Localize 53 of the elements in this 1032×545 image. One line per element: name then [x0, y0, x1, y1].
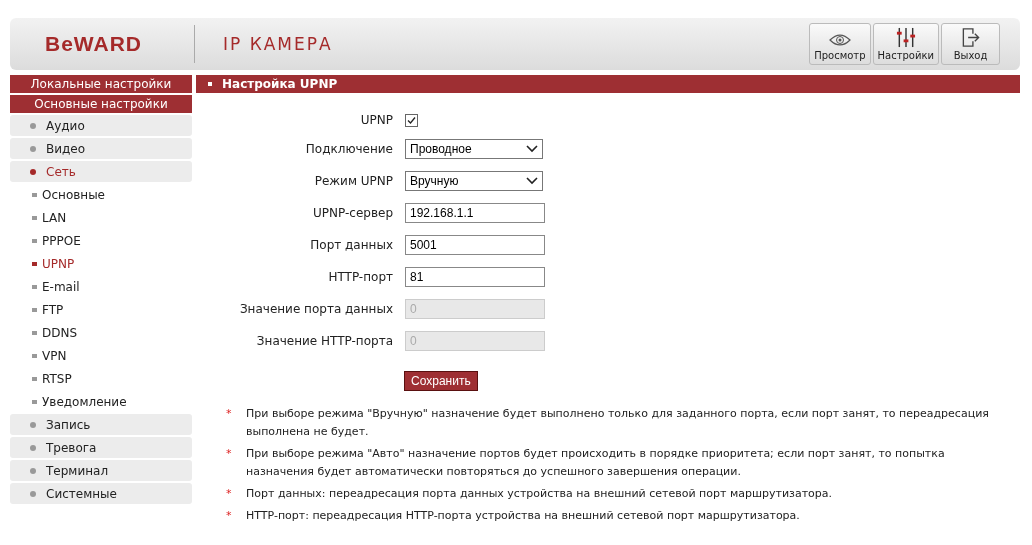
asterisk: * [226, 406, 233, 422]
asterisk: * [226, 508, 233, 524]
field-label: HTTP-порт [328, 270, 393, 284]
dropdown[interactable]: Вручную [405, 171, 543, 191]
sidebar-subitem[interactable]: E-mail [10, 276, 192, 297]
dropdown[interactable]: Проводное [405, 139, 543, 159]
sidebar-item[interactable]: Терминал [10, 460, 192, 481]
sidebar-item[interactable]: Тревога [10, 437, 192, 458]
field-label: Значение порта данных [239, 302, 393, 316]
field-label: Режим UPNP [314, 174, 393, 188]
sidebar-subitem[interactable]: Уведомление [10, 391, 192, 412]
chevron-down-icon [526, 177, 538, 185]
sidebar-item[interactable]: Запись [10, 414, 192, 435]
asterisk: * [226, 446, 233, 462]
toolbar-button[interactable]: Выход [941, 23, 1000, 65]
save-button[interactable]: Сохранить [404, 371, 478, 391]
sidebar-subitem[interactable]: RTSP [10, 368, 192, 389]
section-title: Настройка UPNP [222, 76, 338, 93]
field-label: Подключение [305, 142, 393, 156]
toolbar-button[interactable]: Настройки [872, 23, 939, 65]
sidebar-section-tab[interactable]: Локальные настройки [10, 75, 192, 93]
input-field[interactable]: 81 [405, 267, 545, 287]
sidebar-section-tab[interactable]: Основные настройки [10, 95, 192, 113]
upnp-checkbox[interactable] [405, 113, 418, 127]
field-label: UPNP [360, 113, 393, 127]
field-label: Порт данных [310, 238, 393, 252]
sidebar-item[interactable]: Системные [10, 483, 192, 504]
sidebar-item[interactable]: Сеть [10, 161, 192, 182]
input-field[interactable]: 5001 [405, 235, 545, 255]
field-label: UPNP-сервер [313, 206, 393, 220]
field-label: Значение HTTP-порта [256, 334, 393, 348]
sidebar-subitem[interactable]: Основные [10, 184, 192, 205]
note-text: HTTP-порт: переадресация HTTP-порта устройства на внешний сетевой порт маршрутизатора. [246, 508, 800, 524]
sidebar-subitem[interactable]: LAN [10, 207, 192, 228]
product-title: IP КАМЕРА [223, 34, 334, 54]
chevron-down-icon [526, 145, 538, 153]
sidebar-item[interactable]: Видео [10, 138, 192, 159]
sidebar-subitem[interactable]: DDNS [10, 322, 192, 343]
note-text: При выборе режима "Авто" назначение портов будет происходить в порядке приоритета; если порт занят, то попытка назначения будет автоматически повторяться до успешного завершения операции. [246, 446, 946, 480]
asterisk: * [226, 486, 233, 502]
input-field[interactable]: 192.168.1.1 [405, 203, 545, 223]
eye-icon [828, 32, 851, 48]
note-text: Порт данных: переадресация порта данных устройства на внешний сетевой порт маршрутизатора. [246, 486, 832, 502]
note-text: При выборе режима "Вручную" назначение будет выполнено только для заданного порта, если порт занят, то переадресация выполнена не будет. [246, 406, 990, 440]
logo: BeWARD [45, 32, 143, 56]
toolbar-button[interactable]: Просмотр [809, 23, 871, 65]
sidebar-subitem[interactable]: PPPOE [10, 230, 192, 251]
sliders-icon [895, 27, 916, 48]
sidebar-subitem[interactable]: VPN [10, 345, 192, 366]
sidebar-subitem[interactable]: FTP [10, 299, 192, 320]
sidebar-item[interactable]: Аудио [10, 115, 192, 136]
exit-icon [960, 27, 981, 48]
sidebar-subitem[interactable]: UPNP [10, 253, 192, 274]
